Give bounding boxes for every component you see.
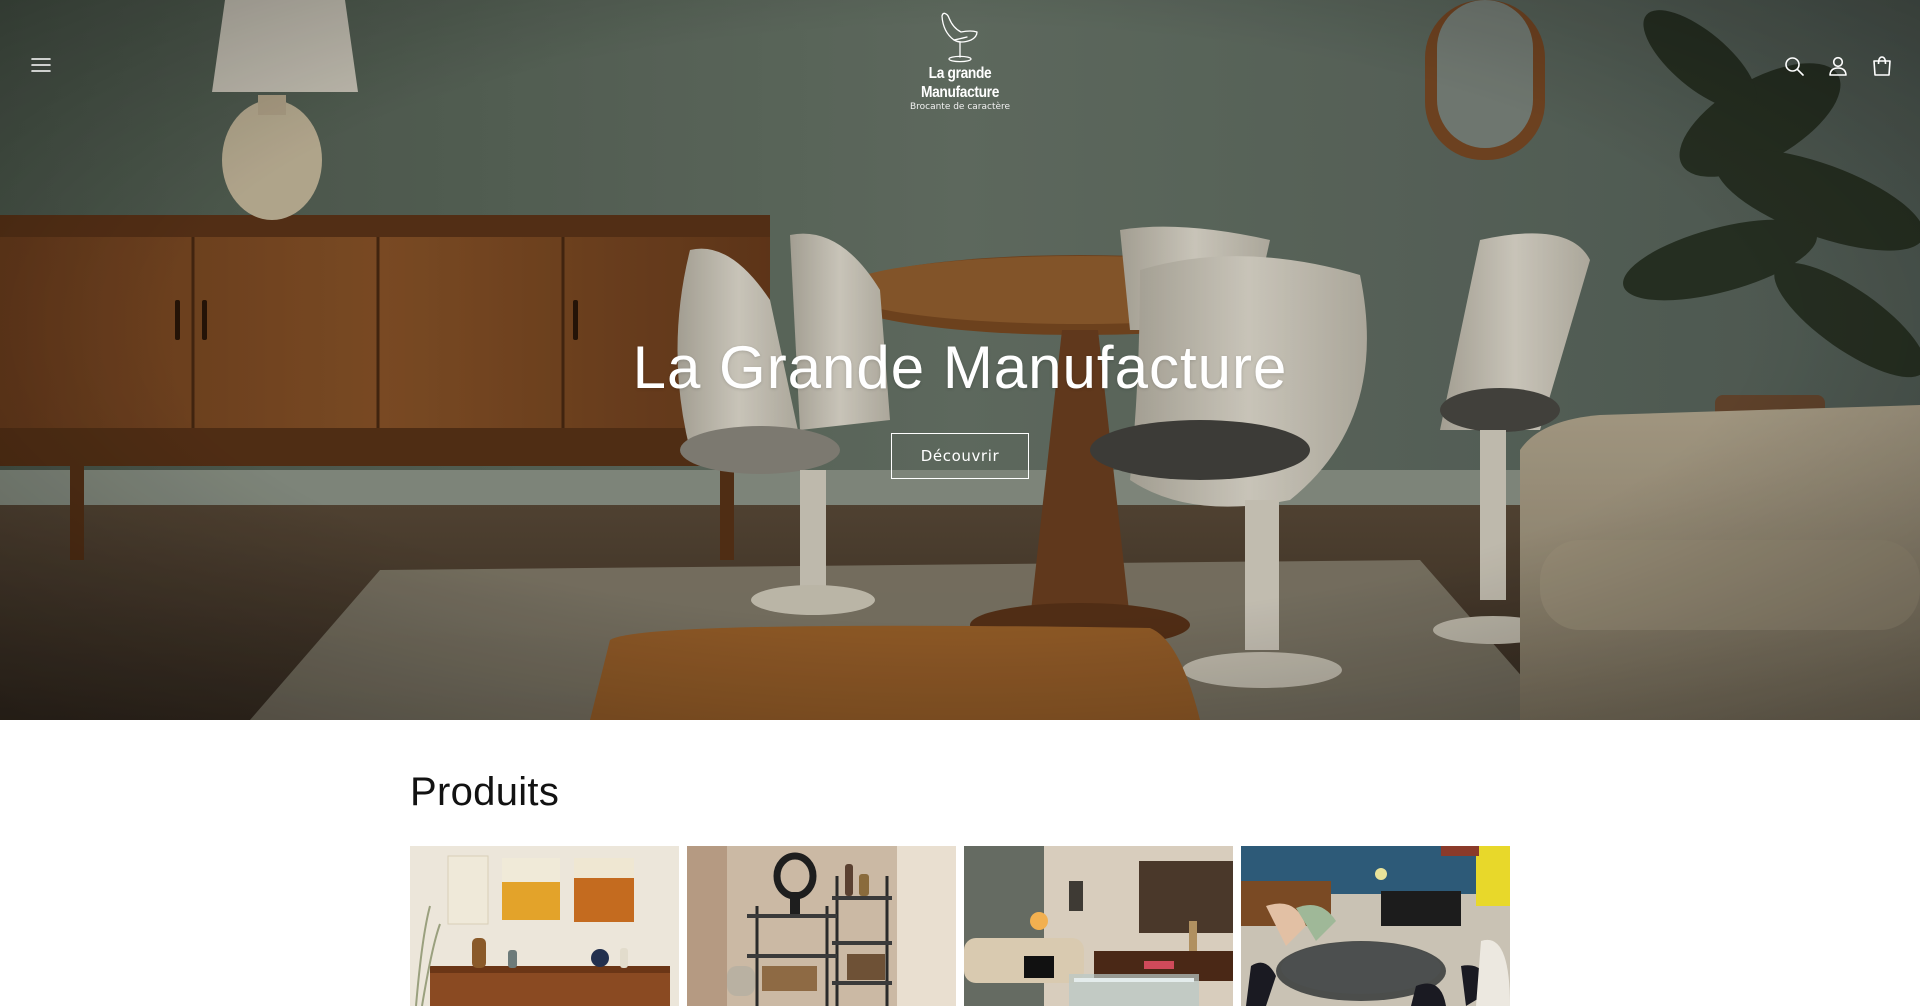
product-image-dining-set xyxy=(1241,846,1510,1006)
logo-name-line2: Manufacture xyxy=(920,84,1000,101)
header-icon-group xyxy=(1782,51,1894,81)
products-section: Produits xyxy=(410,720,1510,1006)
hero-banner: La grande Manufacture Brocante de caract… xyxy=(0,0,1920,720)
logo-name-line1: La grande xyxy=(928,65,992,82)
account-icon[interactable] xyxy=(1826,54,1850,78)
hamburger-menu-icon[interactable] xyxy=(26,50,56,80)
cart-icon[interactable] xyxy=(1870,54,1894,78)
product-image-living-room xyxy=(964,846,1233,1006)
product-image-shelving xyxy=(687,846,956,1006)
tulip-chair-logo-icon xyxy=(941,12,978,63)
discover-button[interactable]: Découvrir xyxy=(890,433,1030,479)
search-icon[interactable] xyxy=(1782,54,1806,78)
product-card[interactable] xyxy=(687,846,956,1006)
products-title: Produits xyxy=(410,770,560,814)
product-grid xyxy=(410,846,1510,1006)
hero-title: La Grande Manufacture xyxy=(632,334,1288,401)
product-card[interactable] xyxy=(1241,846,1510,1006)
hero-content: La Grande Manufacture Découvrir xyxy=(0,330,1920,479)
site-header: La grande Manufacture Brocante de caract… xyxy=(0,0,1920,130)
logo-tagline: Brocante de caractère xyxy=(909,102,1011,112)
site-logo[interactable]: La grande Manufacture Brocante de caract… xyxy=(890,10,1030,125)
product-card[interactable] xyxy=(964,846,1233,1006)
product-card[interactable] xyxy=(410,846,679,1006)
product-image-sideboard xyxy=(410,846,679,1006)
